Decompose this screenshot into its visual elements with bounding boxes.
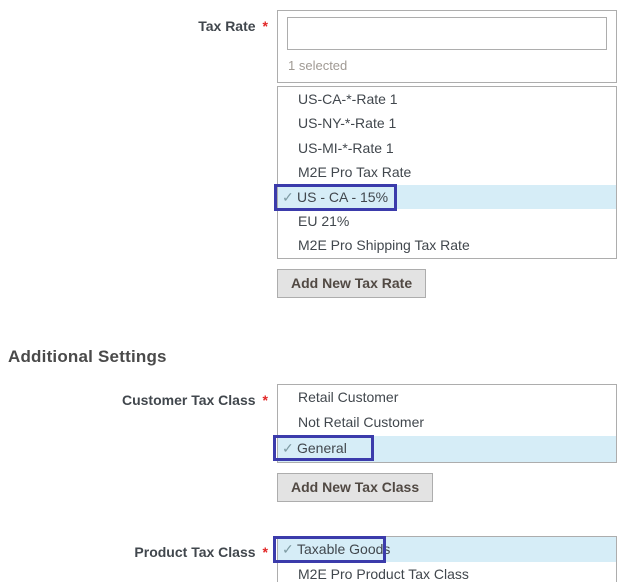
tax-rate-option[interactable]: US-MI-*-Rate 1 [278,136,616,160]
add-new-tax-rate-button[interactable]: Add New Tax Rate [277,269,426,298]
customer-tax-class-options-list: Retail Customer Not Retail Customer ✓Gen… [277,384,617,463]
tax-rate-multiselect-header: 1 selected [277,10,617,83]
product-tax-class-options-list: ✓Taxable Goods M2E Pro Product Tax Class [277,536,617,582]
product-tax-class-label: Product Tax Class* [0,533,268,560]
customer-tax-class-option[interactable]: Not Retail Customer [278,410,616,436]
tax-rate-option[interactable]: M2E Pro Tax Rate [278,160,616,184]
required-asterisk: * [263,392,268,408]
option-label: General [297,440,347,456]
tax-rate-selected-count: 1 selected [287,50,607,73]
required-asterisk: * [263,18,268,34]
tax-rate-search-input[interactable] [287,17,607,50]
tax-rate-option[interactable]: EU 21% [278,209,616,233]
option-label: Taxable Goods [297,541,390,557]
additional-settings-heading: Additional Settings [8,348,617,366]
tax-rate-field: 1 selected US-CA-*-Rate 1 US-NY-*-Rate 1… [277,10,617,298]
product-tax-class-option[interactable]: M2E Pro Product Tax Class [278,562,616,582]
check-icon: ✓ [282,436,297,462]
tax-rate-label: Tax Rate* [0,10,268,34]
customer-tax-class-option[interactable]: Retail Customer [278,385,616,411]
option-label: US - CA - 15% [297,189,388,205]
tax-rate-option[interactable]: US-CA-*-Rate 1 [278,87,616,111]
tax-rate-row: Tax Rate* 1 selected US-CA-*-Rate 1 US-N… [0,10,617,298]
customer-tax-class-option-selected[interactable]: ✓General [278,436,616,462]
tax-rate-option[interactable]: M2E Pro Shipping Tax Rate [278,233,616,257]
add-new-tax-class-button[interactable]: Add New Tax Class [277,473,433,502]
check-icon: ✓ [282,537,297,563]
customer-tax-class-field: Retail Customer Not Retail Customer ✓Gen… [277,381,617,502]
product-tax-class-row: Product Tax Class* ✓Taxable Goods M2E Pr… [0,533,617,582]
product-tax-class-option-selected[interactable]: ✓Taxable Goods [278,537,616,563]
product-tax-class-field: ✓Taxable Goods M2E Pro Product Tax Class [277,533,617,582]
tax-rate-option[interactable]: US-NY-*-Rate 1 [278,111,616,135]
required-asterisk: * [263,544,268,560]
customer-tax-class-row: Customer Tax Class* Retail Customer Not … [0,381,617,502]
tax-rule-form: Tax Rate* 1 selected US-CA-*-Rate 1 US-N… [0,0,617,582]
customer-tax-class-label: Customer Tax Class* [0,381,268,408]
tax-rate-options-list: US-CA-*-Rate 1 US-NY-*-Rate 1 US-MI-*-Ra… [277,86,617,259]
check-icon: ✓ [282,185,297,209]
tax-rate-option-selected[interactable]: ✓US - CA - 15% [278,185,616,209]
